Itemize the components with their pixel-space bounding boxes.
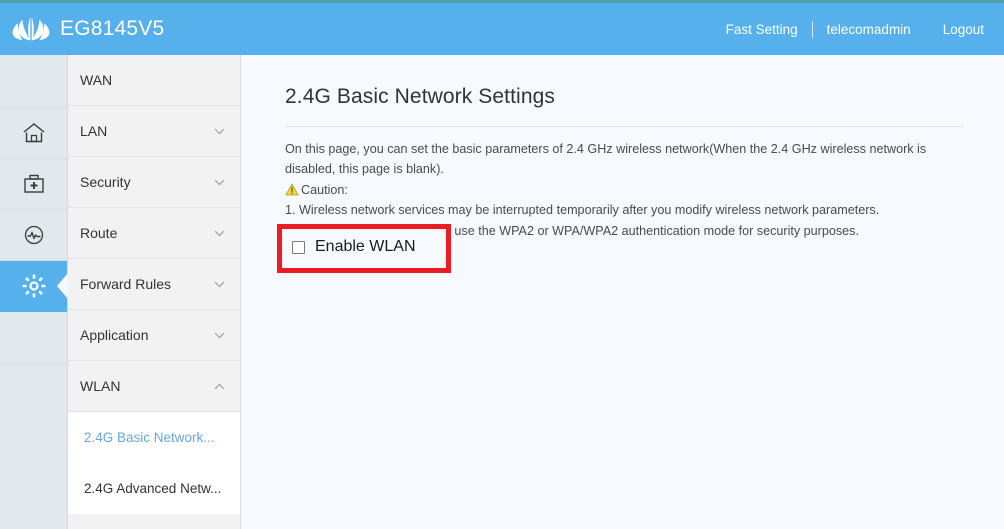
menu-item-label: WAN: [80, 72, 113, 88]
caution-heading: Caution:: [285, 180, 945, 200]
pulse-monitor-icon: [24, 225, 43, 245]
page-title: 2.4G Basic Network Settings: [285, 85, 555, 108]
rail-spacer-bottom: [0, 312, 67, 365]
rail-spacer: [0, 55, 67, 108]
chevron-up-icon: [214, 383, 225, 389]
description-line: On this page, you can set the basic para…: [285, 142, 927, 177]
chevron-down-icon: [214, 332, 225, 338]
chevron-down-icon: [214, 230, 225, 236]
rail-item-settings[interactable]: [0, 261, 68, 312]
menu-item-security[interactable]: Security: [68, 157, 240, 208]
menu-item-label: Route: [80, 225, 118, 241]
chevron-down-icon: [214, 281, 225, 287]
fast-setting-link[interactable]: Fast Setting: [712, 22, 812, 37]
first-aid-kit-icon: [23, 174, 44, 193]
rail-item-home[interactable]: [0, 108, 67, 159]
brand-name: EG8145V5: [60, 17, 165, 40]
menu-item-route[interactable]: Route: [68, 208, 240, 259]
menu-item-forward-rules[interactable]: Forward Rules: [68, 259, 240, 310]
logout-link[interactable]: Logout: [925, 22, 984, 37]
wlan-submenu: 2.4G Basic Network... 2.4G Advanced Netw…: [68, 412, 240, 514]
brand: EG8145V5: [0, 14, 164, 44]
home-icon: [23, 123, 44, 143]
enable-wlan-label: Enable WLAN: [315, 238, 416, 255]
active-rail-notch: [57, 273, 68, 299]
huawei-logo: [12, 17, 50, 41]
enable-wlan-checkbox[interactable]: [292, 240, 305, 254]
page-header: EG8145V5 Fast Setting telecomadmin Logou…: [0, 3, 1004, 55]
menu-item-wan[interactable]: WAN: [68, 55, 240, 106]
menu-item-lan[interactable]: LAN: [68, 106, 240, 157]
username-link[interactable]: telecomadmin: [813, 22, 925, 37]
menu-item-label: LAN: [80, 123, 108, 139]
caution-item-1: 1. Wireless network services may be inte…: [285, 203, 880, 218]
menu-item-label: Application: [80, 327, 149, 343]
caution-label: Caution:: [301, 182, 348, 197]
warning-triangle-icon: [285, 184, 299, 196]
menu-item-application[interactable]: Application: [68, 310, 240, 361]
content-area: 2.4G Basic Network Settings On this page…: [241, 55, 1004, 529]
chevron-down-icon: [214, 179, 225, 185]
enable-wlan-row[interactable]: Enable WLAN: [292, 238, 416, 256]
icon-rail: [0, 55, 68, 529]
submenu-item-24g-basic-network[interactable]: 2.4G Basic Network...: [68, 412, 240, 463]
menu-item-label: Security: [80, 174, 131, 190]
menu-item-label: WLAN: [80, 378, 121, 394]
rail-item-diagnosis[interactable]: [0, 159, 67, 210]
submenu-item-24g-advanced-network[interactable]: 2.4G Advanced Netw...: [68, 463, 240, 514]
router-admin-page: EG8145V5 Fast Setting telecomadmin Logou…: [0, 0, 1004, 529]
header-links: Fast Setting telecomadmin Logout: [712, 20, 1004, 38]
gear-icon: [22, 274, 45, 298]
settings-menu: WAN LAN Security Route Forward Rules App…: [68, 55, 241, 529]
menu-item-label: Forward Rules: [80, 276, 172, 292]
title-divider: [285, 126, 964, 127]
menu-item-wlan[interactable]: WLAN: [68, 361, 240, 412]
chevron-down-icon: [214, 128, 225, 134]
rail-item-monitor[interactable]: [0, 210, 67, 261]
